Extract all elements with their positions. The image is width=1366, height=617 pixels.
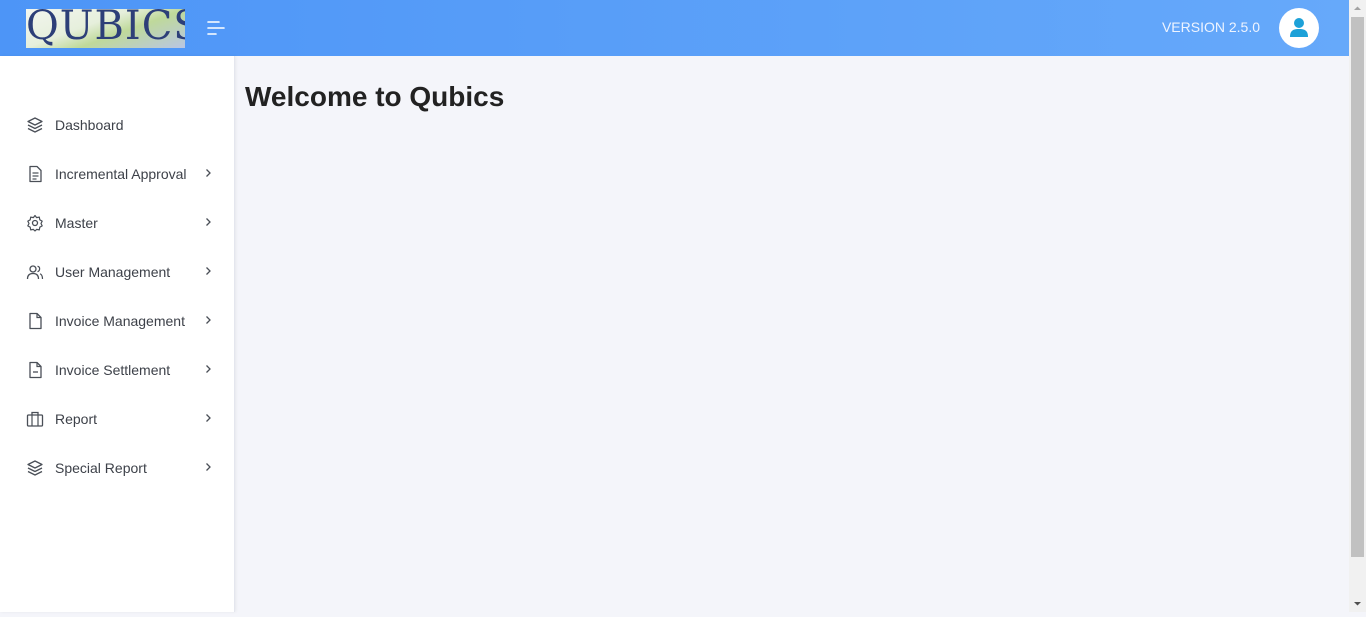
user-icon bbox=[1290, 18, 1308, 37]
chevron-right-icon bbox=[206, 365, 211, 373]
sidebar-item-dashboard[interactable]: Dashboard bbox=[0, 105, 234, 145]
scrollbar-thumb[interactable] bbox=[1351, 17, 1364, 557]
sidebar-item-incremental-approval[interactable]: Incremental Approval bbox=[0, 154, 234, 194]
file-icon bbox=[29, 312, 42, 330]
sidebar: Dashboard Incremental Approval Master Us… bbox=[0, 56, 235, 612]
logo-text: QUBICS bbox=[26, 9, 185, 48]
sidebar-item-invoice-management[interactable]: Invoice Management bbox=[0, 301, 234, 341]
chevron-right-icon bbox=[206, 316, 211, 324]
scroll-down-arrow-icon[interactable] bbox=[1349, 595, 1366, 612]
layers-icon bbox=[27, 460, 43, 476]
sidebar-item-label: User Management bbox=[55, 264, 171, 280]
page-title: Welcome to Qubics bbox=[245, 81, 505, 112]
document-icon bbox=[29, 165, 42, 183]
menu-toggle-icon[interactable] bbox=[206, 19, 226, 37]
chevron-right-icon bbox=[206, 267, 211, 275]
version-label: VERSION 2.5.0 bbox=[1161, 19, 1260, 35]
layers-icon bbox=[27, 117, 43, 133]
sidebar-item-special-report[interactable]: Special Report bbox=[0, 448, 234, 488]
users-icon bbox=[26, 265, 44, 280]
user-avatar[interactable] bbox=[1279, 8, 1319, 48]
chevron-right-icon bbox=[206, 218, 211, 226]
sidebar-item-report[interactable]: Report bbox=[0, 399, 234, 439]
sidebar-item-master[interactable]: Master bbox=[0, 203, 234, 243]
scroll-up-arrow-icon[interactable] bbox=[1349, 0, 1366, 17]
file-minus-icon bbox=[29, 361, 42, 379]
chevron-right-icon bbox=[206, 169, 211, 177]
vertical-scrollbar[interactable] bbox=[1349, 0, 1366, 612]
briefcase-icon bbox=[26, 411, 44, 427]
sidebar-item-label: Invoice Settlement bbox=[55, 362, 171, 378]
sidebar-item-invoice-settlement[interactable]: Invoice Settlement bbox=[0, 350, 234, 390]
sidebar-item-label: Master bbox=[55, 215, 98, 231]
gear-icon bbox=[27, 214, 43, 232]
sidebar-item-label: Invoice Management bbox=[55, 313, 185, 329]
app-logo[interactable]: QUBICS bbox=[26, 9, 185, 48]
chevron-right-icon bbox=[206, 414, 211, 422]
sidebar-item-user-management[interactable]: User Management bbox=[0, 252, 234, 292]
sidebar-item-label: Report bbox=[55, 411, 98, 427]
chevron-right-icon bbox=[206, 463, 211, 471]
sidebar-item-label: Incremental Approval bbox=[55, 166, 187, 182]
sidebar-item-label: Special Report bbox=[55, 460, 147, 476]
sidebar-item-label: Dashboard bbox=[55, 117, 124, 133]
top-bar: QUBICS VERSION 2.5.0 bbox=[0, 0, 1349, 56]
